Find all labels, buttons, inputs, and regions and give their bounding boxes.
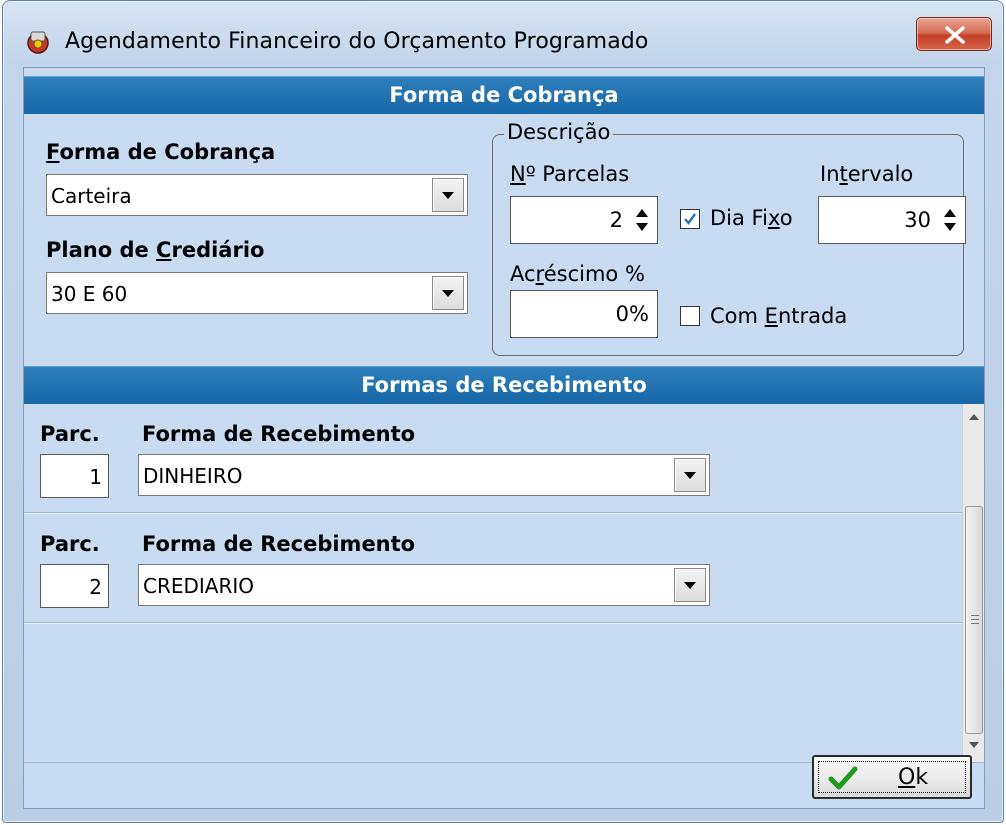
row1-parc-field[interactable]: 1 bbox=[40, 454, 109, 498]
row1-forma-combo[interactable]: DINHEIRO bbox=[138, 454, 710, 496]
row2-parc-field[interactable]: 2 bbox=[40, 564, 109, 608]
parcelas-label: Nº Parcelas bbox=[510, 162, 630, 186]
descricao-group-title: Descrição bbox=[504, 120, 614, 144]
acrescimo-value: 0% bbox=[615, 302, 649, 326]
title-bar[interactable]: Agendamento Financeiro do Orçamento Prog… bbox=[3, 1, 1003, 67]
plano-crediario-combo[interactable]: 30 E 60 bbox=[46, 272, 468, 314]
dialog-client-area: Forma de Cobrança Forma de Cobrança Cart… bbox=[23, 67, 985, 809]
com-entrada-checkbox[interactable] bbox=[680, 306, 700, 326]
intervalo-label: Intervalo bbox=[820, 162, 914, 186]
scroll-up-button[interactable] bbox=[963, 404, 984, 432]
chevron-down-icon bbox=[684, 472, 696, 479]
row1-forma-dropdown-button[interactable] bbox=[674, 458, 706, 492]
dialog-window: Agendamento Financeiro do Orçamento Prog… bbox=[2, 0, 1004, 823]
plano-crediario-label: Plano de Crediário bbox=[46, 238, 265, 262]
forma-cobranca-header: Forma de Cobrança bbox=[24, 76, 984, 114]
forma-cobranca-combo[interactable]: Carteira bbox=[46, 174, 468, 216]
check-icon bbox=[684, 213, 696, 225]
intervalo-value: 30 bbox=[904, 208, 931, 232]
acrescimo-label: Acréscimo % bbox=[510, 262, 645, 286]
row-separator bbox=[24, 622, 962, 624]
formas-recebimento-header: Formas de Recebimento bbox=[24, 366, 984, 404]
row2-forma-combo[interactable]: CREDIARIO bbox=[138, 564, 710, 606]
row2-parc-label: Parc. bbox=[40, 532, 100, 556]
scroll-thumb[interactable] bbox=[965, 506, 983, 734]
row2-forma-value: CREDIARIO bbox=[143, 574, 255, 598]
acrescimo-input[interactable]: 0% bbox=[510, 290, 658, 338]
row2-forma-dropdown-button[interactable] bbox=[674, 568, 706, 602]
dia-fixo-label[interactable]: Dia Fixo bbox=[710, 206, 793, 230]
row2-parc-value: 2 bbox=[89, 575, 102, 599]
app-icon bbox=[25, 29, 51, 55]
row1-parc-value: 1 bbox=[89, 465, 102, 489]
plano-crediario-dropdown-button[interactable] bbox=[432, 276, 464, 310]
forma-cobranca-dropdown-button[interactable] bbox=[432, 178, 464, 212]
arrow-up-icon bbox=[969, 414, 979, 420]
forma-cobranca-value: Carteira bbox=[51, 184, 132, 208]
row-separator bbox=[24, 512, 962, 514]
window-title: Agendamento Financeiro do Orçamento Prog… bbox=[65, 29, 649, 54]
parcelas-spinner[interactable]: 2 bbox=[510, 196, 658, 244]
chevron-down-icon bbox=[442, 192, 454, 199]
row2-forma-label: Forma de Recebimento bbox=[142, 532, 416, 556]
chevron-down-icon bbox=[684, 582, 696, 589]
vertical-scrollbar[interactable] bbox=[962, 404, 984, 762]
plano-crediario-value: 30 E 60 bbox=[51, 282, 128, 306]
row1-forma-label: Forma de Recebimento bbox=[142, 422, 416, 446]
parcelas-value: 2 bbox=[609, 208, 623, 232]
forma-cobranca-label: Forma de Cobrança bbox=[46, 140, 276, 164]
intervalo-spinner[interactable]: 30 bbox=[818, 196, 966, 244]
spin-arrows-icon[interactable] bbox=[635, 207, 649, 233]
ok-button[interactable]: Ok bbox=[812, 755, 972, 799]
close-icon bbox=[945, 26, 965, 44]
ok-label: Ok bbox=[898, 765, 929, 790]
close-button[interactable] bbox=[916, 17, 992, 51]
com-entrada-label[interactable]: Com Entrada bbox=[710, 304, 847, 328]
formas-recebimento-list: Parc. Forma de Recebimento 1 DINHEIRO Pa… bbox=[24, 404, 962, 762]
chevron-down-icon bbox=[442, 290, 454, 297]
dia-fixo-checkbox[interactable] bbox=[680, 209, 700, 229]
spin-arrows-icon[interactable] bbox=[943, 207, 957, 233]
row1-forma-value: DINHEIRO bbox=[143, 464, 243, 488]
row1-parc-label: Parc. bbox=[40, 422, 100, 446]
arrow-down-icon bbox=[969, 742, 979, 748]
checkmark-icon bbox=[828, 766, 858, 790]
